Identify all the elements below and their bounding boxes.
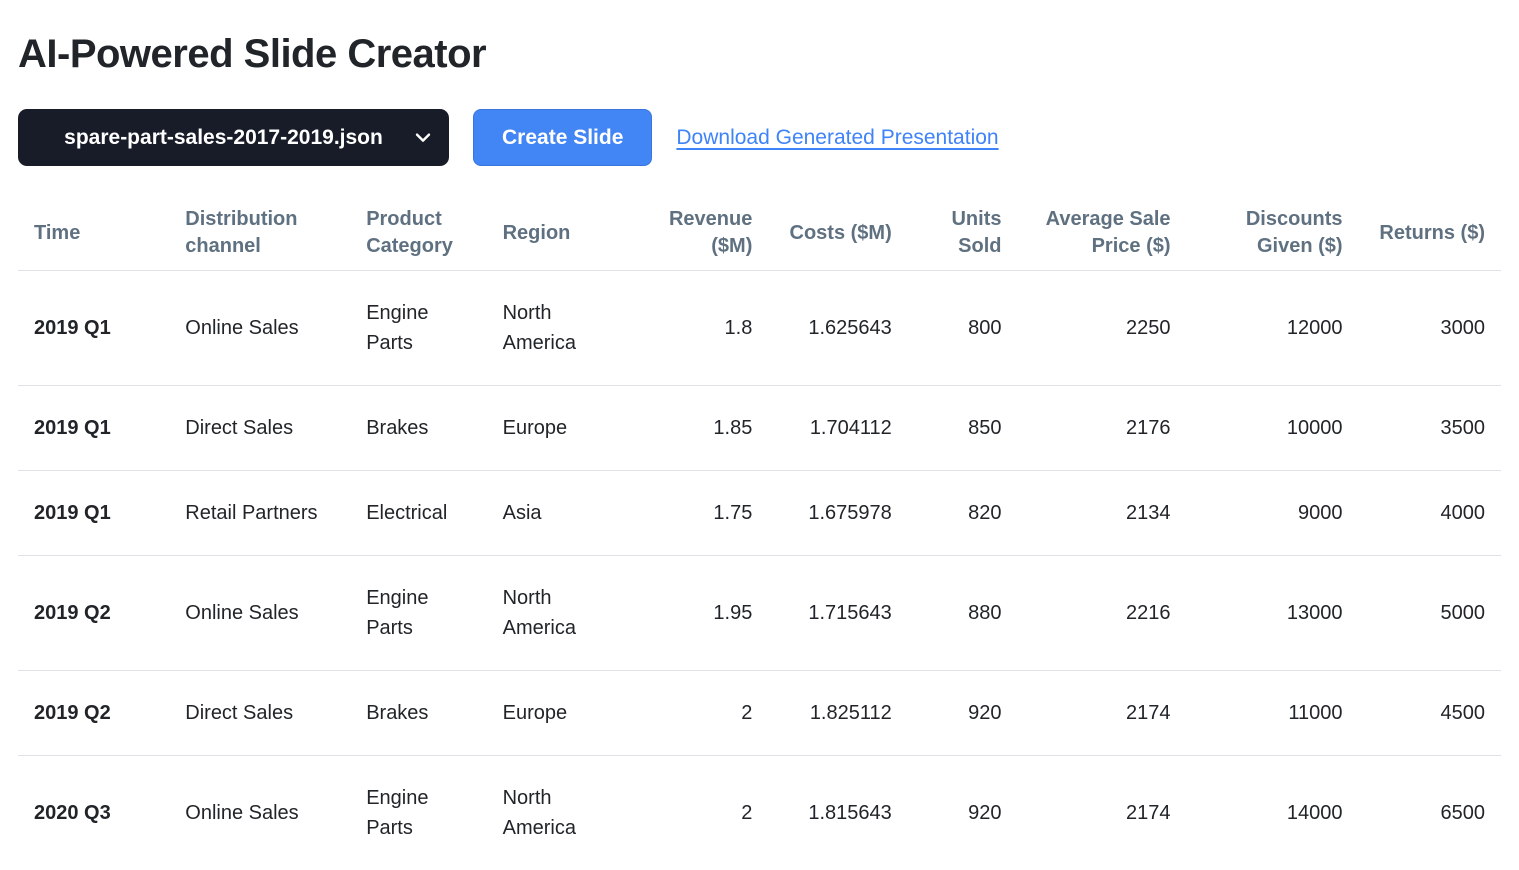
cell-distribution-channel: Online Sales xyxy=(169,271,350,386)
cell-distribution-channel: Direct Sales xyxy=(169,386,350,471)
cell-average-sale-price: 2216 xyxy=(1017,556,1186,671)
row-header-time: 2019 Q1 xyxy=(18,471,169,556)
row-header-time: 2020 Q3 xyxy=(18,756,169,870)
dataset-select[interactable]: spare-part-sales-2017-2019.json xyxy=(18,109,449,166)
column-header-product-category: Product Category xyxy=(350,196,486,271)
table-row: 2019 Q2Direct SalesBrakesEurope21.825112… xyxy=(18,671,1501,756)
table-row: 2019 Q2Online SalesEngine PartsNorth Ame… xyxy=(18,556,1501,671)
cell-discounts-given: 13000 xyxy=(1187,556,1359,671)
toolbar: spare-part-sales-2017-2019.json Create S… xyxy=(18,109,1501,166)
cell-units-sold: 850 xyxy=(908,386,1018,471)
cell-units-sold: 880 xyxy=(908,556,1018,671)
cell-returns: 3000 xyxy=(1359,271,1501,386)
cell-average-sale-price: 2174 xyxy=(1017,756,1186,870)
cell-discounts-given: 11000 xyxy=(1187,671,1359,756)
row-header-time: 2019 Q2 xyxy=(18,671,169,756)
cell-discounts-given: 14000 xyxy=(1187,756,1359,870)
column-header-average-sale-price: Average Sale Price ($) xyxy=(1017,196,1186,271)
cell-revenue: 1.8 xyxy=(629,271,768,386)
cell-region: North America xyxy=(487,756,629,870)
row-header-time: 2019 Q2 xyxy=(18,556,169,671)
cell-revenue: 2 xyxy=(629,671,768,756)
page: AI-Powered Slide Creator spare-part-sale… xyxy=(0,0,1519,870)
create-slide-button[interactable]: Create Slide xyxy=(473,109,652,166)
column-header-distribution-channel: Distribution channel xyxy=(169,196,350,271)
cell-costs: 1.825112 xyxy=(768,671,907,756)
table-row: 2019 Q1Retail PartnersElectricalAsia1.75… xyxy=(18,471,1501,556)
cell-region: Europe xyxy=(487,671,629,756)
cell-costs: 1.675978 xyxy=(768,471,907,556)
column-header-time: Time xyxy=(18,196,169,271)
cell-product-category: Brakes xyxy=(350,386,486,471)
cell-product-category: Electrical xyxy=(350,471,486,556)
cell-product-category: Engine Parts xyxy=(350,756,486,870)
cell-revenue: 1.75 xyxy=(629,471,768,556)
cell-average-sale-price: 2250 xyxy=(1017,271,1186,386)
cell-returns: 5000 xyxy=(1359,556,1501,671)
cell-returns: 3500 xyxy=(1359,386,1501,471)
cell-costs: 1.815643 xyxy=(768,756,907,870)
cell-returns: 4500 xyxy=(1359,671,1501,756)
cell-distribution-channel: Online Sales xyxy=(169,756,350,870)
sales-data-table: TimeDistribution channelProduct Category… xyxy=(18,196,1501,870)
column-header-revenue: Revenue ($M) xyxy=(629,196,768,271)
cell-returns: 4000 xyxy=(1359,471,1501,556)
column-header-costs: Costs ($M) xyxy=(768,196,907,271)
cell-returns: 6500 xyxy=(1359,756,1501,870)
row-header-time: 2019 Q1 xyxy=(18,271,169,386)
cell-discounts-given: 12000 xyxy=(1187,271,1359,386)
table-row: 2019 Q1Direct SalesBrakesEurope1.851.704… xyxy=(18,386,1501,471)
column-header-discounts-given: Discounts Given ($) xyxy=(1187,196,1359,271)
column-header-region: Region xyxy=(487,196,629,271)
cell-revenue: 1.95 xyxy=(629,556,768,671)
cell-product-category: Engine Parts xyxy=(350,271,486,386)
cell-region: Europe xyxy=(487,386,629,471)
page-title: AI-Powered Slide Creator xyxy=(18,32,1501,77)
cell-discounts-given: 9000 xyxy=(1187,471,1359,556)
cell-product-category: Engine Parts xyxy=(350,556,486,671)
cell-distribution-channel: Direct Sales xyxy=(169,671,350,756)
table-row: 2020 Q3Online SalesEngine PartsNorth Ame… xyxy=(18,756,1501,870)
cell-units-sold: 920 xyxy=(908,756,1018,870)
dataset-select-value: spare-part-sales-2017-2019.json xyxy=(64,126,383,150)
cell-average-sale-price: 2134 xyxy=(1017,471,1186,556)
cell-distribution-channel: Retail Partners xyxy=(169,471,350,556)
table-row: 2019 Q1Online SalesEngine PartsNorth Ame… xyxy=(18,271,1501,386)
download-presentation-link[interactable]: Download Generated Presentation xyxy=(676,126,998,150)
chevron-down-icon xyxy=(413,127,433,147)
cell-region: North America xyxy=(487,556,629,671)
cell-costs: 1.704112 xyxy=(768,386,907,471)
cell-revenue: 1.85 xyxy=(629,386,768,471)
cell-units-sold: 920 xyxy=(908,671,1018,756)
cell-units-sold: 800 xyxy=(908,271,1018,386)
row-header-time: 2019 Q1 xyxy=(18,386,169,471)
cell-average-sale-price: 2176 xyxy=(1017,386,1186,471)
cell-product-category: Brakes xyxy=(350,671,486,756)
table-header: TimeDistribution channelProduct Category… xyxy=(18,196,1501,271)
cell-average-sale-price: 2174 xyxy=(1017,671,1186,756)
cell-costs: 1.625643 xyxy=(768,271,907,386)
cell-distribution-channel: Online Sales xyxy=(169,556,350,671)
cell-revenue: 2 xyxy=(629,756,768,870)
column-header-units-sold: Units Sold xyxy=(908,196,1018,271)
cell-costs: 1.715643 xyxy=(768,556,907,671)
column-header-returns: Returns ($) xyxy=(1359,196,1501,271)
cell-region: Asia xyxy=(487,471,629,556)
cell-region: North America xyxy=(487,271,629,386)
cell-discounts-given: 10000 xyxy=(1187,386,1359,471)
cell-units-sold: 820 xyxy=(908,471,1018,556)
